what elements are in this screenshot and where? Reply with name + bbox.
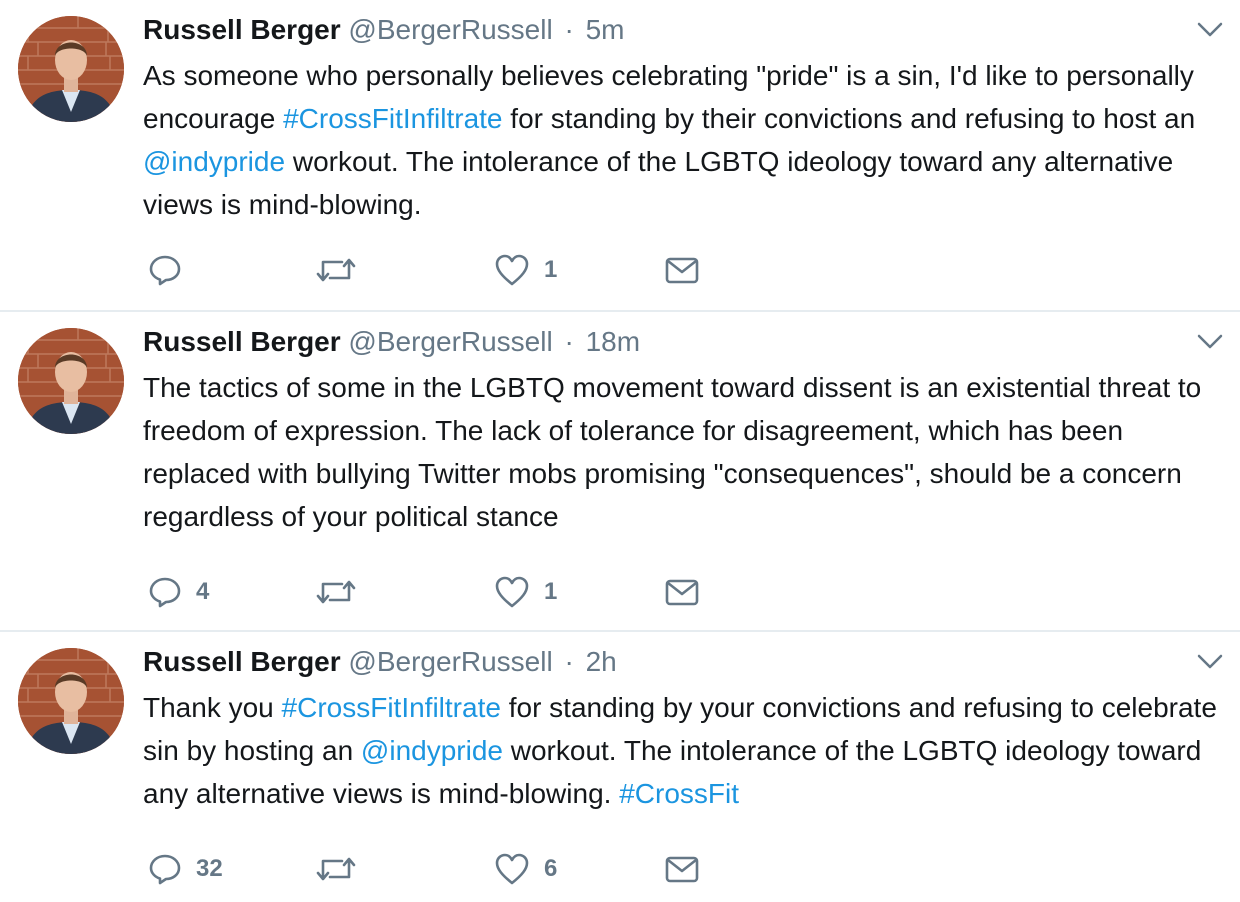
tweet-text: As someone who personally believes celeb… [143, 54, 1233, 226]
tweet-timeline: Russell Berger @BergerRussell · 5m As so… [0, 0, 1240, 902]
tweet-header: Russell Berger @BergerRussell · 2h [143, 644, 617, 680]
hashtag-link[interactable]: #CrossFitInfiltrate [282, 692, 501, 723]
tweet-text-segment: workout. The intolerance of the LGBTQ id… [143, 146, 1174, 220]
tweet-header: Russell Berger @BergerRussell · 5m [143, 12, 625, 48]
retweet-button[interactable] [314, 572, 372, 612]
separator: · [564, 326, 574, 357]
retweet-icon [314, 575, 358, 609]
reply-icon [148, 253, 182, 287]
tweet-timestamp[interactable]: 2h [586, 646, 617, 677]
tweet-actions: 4 1 [148, 572, 748, 612]
chevron-down-icon[interactable] [1196, 332, 1224, 352]
reply-icon [148, 575, 182, 609]
author-handle[interactable]: @BergerRussell [348, 646, 552, 677]
reply-button[interactable]: 32 [148, 849, 223, 889]
chevron-down-icon[interactable] [1196, 20, 1224, 40]
mention-link[interactable]: @indypride [143, 146, 285, 177]
like-button[interactable]: 1 [494, 250, 557, 290]
heart-icon [494, 852, 530, 886]
tweet-text-segment: for standing by their convictions and re… [502, 103, 1196, 134]
author-handle[interactable]: @BergerRussell [348, 14, 552, 45]
author-name[interactable]: Russell Berger [143, 14, 341, 45]
mention-link[interactable]: @indypride [361, 735, 503, 766]
tweet-text-segment: Thank you [143, 692, 282, 723]
like-count: 6 [544, 855, 558, 882]
tweet-timestamp[interactable]: 18m [586, 326, 640, 357]
like-button[interactable]: 6 [494, 849, 557, 889]
reply-button[interactable]: 4 [148, 572, 209, 612]
separator: · [564, 14, 574, 45]
author-name[interactable]: Russell Berger [143, 646, 341, 677]
direct-message-button[interactable] [664, 250, 700, 290]
tweet-text: Thank you #CrossFitInfiltrate for standi… [143, 686, 1233, 815]
retweet-button[interactable] [314, 250, 372, 290]
like-count: 1 [544, 578, 558, 605]
tweet-text: The tactics of some in the LGBTQ movemen… [143, 366, 1233, 538]
direct-message-button[interactable] [664, 572, 700, 612]
hashtag-link[interactable]: #CrossFitInfiltrate [283, 103, 502, 134]
reply-count: 32 [196, 855, 223, 882]
retweet-button[interactable] [314, 849, 372, 889]
reply-button[interactable] [148, 250, 196, 290]
reply-icon [148, 852, 182, 886]
tweet-text-segment: The tactics of some in the LGBTQ movemen… [143, 372, 1202, 532]
hashtag-link[interactable]: #CrossFit [619, 778, 739, 809]
separator: · [564, 646, 574, 677]
heart-icon [494, 575, 530, 609]
chevron-down-icon[interactable] [1196, 652, 1224, 672]
envelope-icon [664, 852, 700, 886]
like-button[interactable]: 1 [494, 572, 557, 612]
like-count: 1 [544, 256, 558, 283]
tweet-timestamp[interactable]: 5m [586, 14, 625, 45]
author-handle[interactable]: @BergerRussell [348, 326, 552, 357]
tweet[interactable]: Russell Berger @BergerRussell · 18m The … [0, 310, 1240, 630]
author-name[interactable]: Russell Berger [143, 326, 341, 357]
envelope-icon [664, 253, 700, 287]
envelope-icon [664, 575, 700, 609]
avatar[interactable] [18, 328, 124, 434]
tweet[interactable]: Russell Berger @BergerRussell · 5m As so… [0, 0, 1240, 310]
direct-message-button[interactable] [664, 849, 700, 889]
tweet-actions: 32 6 [148, 849, 748, 889]
tweet[interactable]: Russell Berger @BergerRussell · 2h Thank… [0, 630, 1240, 902]
tweet-actions: 1 [148, 250, 748, 290]
heart-icon [494, 253, 530, 287]
retweet-icon [314, 852, 358, 886]
tweet-header: Russell Berger @BergerRussell · 18m [143, 324, 640, 360]
avatar[interactable] [18, 648, 124, 754]
avatar[interactable] [18, 16, 124, 122]
retweet-icon [314, 253, 358, 287]
reply-count: 4 [196, 578, 210, 605]
